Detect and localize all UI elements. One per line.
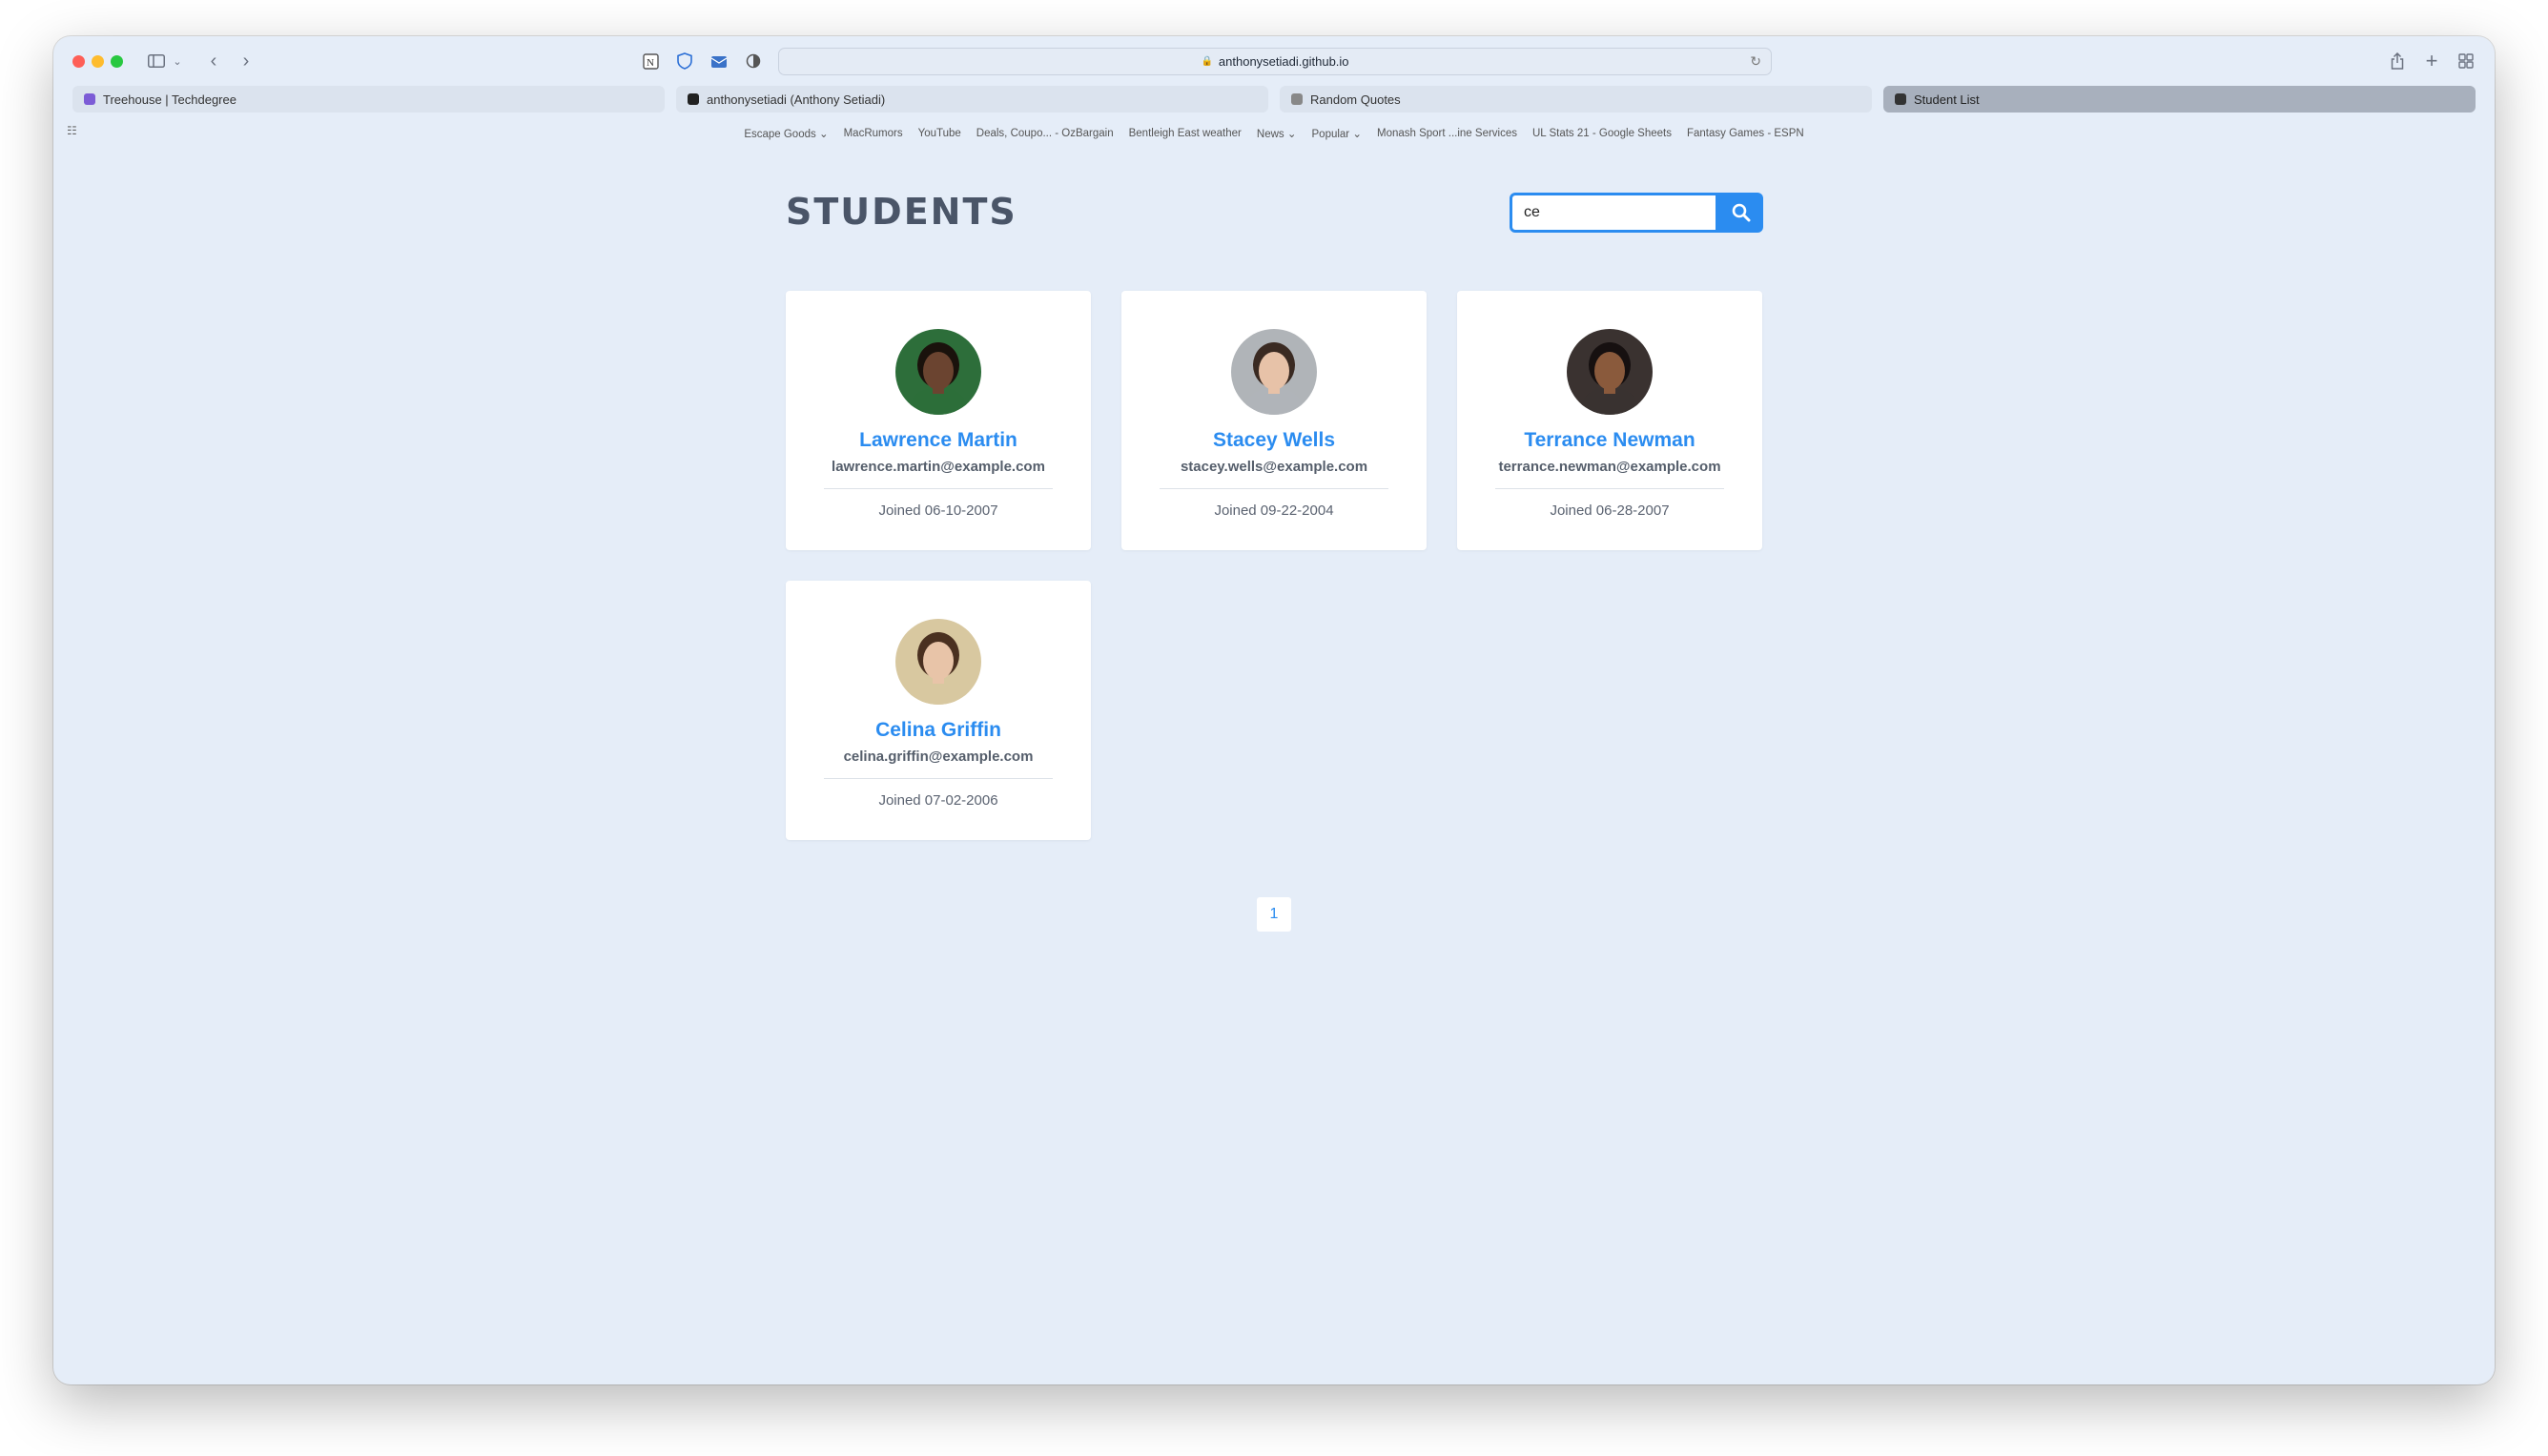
lock-icon: 🔒 [1201, 56, 1213, 67]
bookmark-item[interactable]: Fantasy Games - ESPN [1687, 128, 1804, 139]
page-title: STUDENTS [786, 191, 1017, 233]
tab-favicon-icon [1291, 93, 1303, 105]
new-tab-plus-icon[interactable]: + [2422, 48, 2441, 74]
tab-label: anthonysetiadi (Anthony Setiadi) [707, 92, 886, 107]
tab-label: Treehouse | Techdegree [103, 92, 236, 107]
avatar [1567, 329, 1653, 415]
student-email: lawrence.martin@example.com [832, 459, 1045, 475]
browser-toolbar: ⌄ ‹ › N 🔒 anthonysetiadi.github.io ↻ + [53, 36, 2495, 86]
tab-overview-icon[interactable] [2456, 48, 2476, 74]
divider [1495, 488, 1724, 489]
avatar [1231, 329, 1317, 415]
student-joined-date: Joined 06-28-2007 [1550, 502, 1670, 519]
student-card: Terrance Newman terrance.newman@example.… [1457, 291, 1762, 550]
browser-tab[interactable]: Random Quotes [1280, 86, 1872, 113]
student-joined-date: Joined 06-10-2007 [878, 502, 998, 519]
student-card: Celina Griffin celina.griffin@example.co… [786, 581, 1091, 840]
student-email: stacey.wells@example.com [1180, 459, 1368, 475]
minimize-window-button[interactable] [92, 55, 104, 68]
svg-text:N: N [647, 57, 654, 69]
tab-favicon-icon [688, 93, 699, 105]
reload-icon[interactable]: ↻ [1750, 53, 1761, 70]
bookmark-label: Fantasy Games - ESPN [1686, 128, 1804, 139]
bookmark-item[interactable]: Bentleigh East weather [1129, 128, 1242, 139]
student-joined-date: Joined 09-22-2004 [1214, 502, 1334, 519]
search-button[interactable] [1718, 193, 1763, 233]
share-icon[interactable] [2388, 48, 2407, 74]
bookmark-label: Popular [1311, 129, 1350, 140]
bookmark-item[interactable]: YouTube [918, 128, 961, 139]
mail-extension-icon[interactable] [709, 48, 729, 74]
student-search [1510, 193, 1763, 233]
back-arrow-icon[interactable]: ‹ [204, 48, 223, 74]
bookmark-label: Bentleigh East weather [1128, 128, 1242, 139]
avatar [895, 619, 981, 705]
bookmark-item[interactable]: Escape Goods ⌄ [744, 127, 828, 140]
bookmark-label: UL Stats 21 - Google Sheets [1532, 128, 1672, 139]
avatar-portrait-icon [1567, 329, 1653, 415]
student-joined-date: Joined 07-02-2006 [878, 792, 998, 809]
bookmark-item[interactable]: Monash Sport ...ine Services [1377, 128, 1517, 139]
sidebar-toggle-icon[interactable] [145, 48, 168, 74]
close-window-button[interactable] [72, 55, 85, 68]
bookmark-label: MacRumors [843, 128, 903, 139]
bookmark-item[interactable]: MacRumors [844, 128, 903, 139]
notion-extension-icon[interactable]: N [641, 48, 660, 74]
tab-bar: Treehouse | Techdegree anthonysetiadi (An… [72, 86, 2476, 114]
browser-tab[interactable]: anthonysetiadi (Anthony Setiadi) [676, 86, 1268, 113]
student-email: celina.griffin@example.com [843, 749, 1034, 765]
bookmark-item[interactable]: Deals, Coupo... - OzBargain [976, 128, 1114, 139]
divider [824, 488, 1053, 489]
bitwarden-shield-icon[interactable] [675, 48, 694, 74]
student-card: Stacey Wells stacey.wells@example.com Jo… [1121, 291, 1427, 550]
bookmark-item[interactable]: News ⌄ [1257, 127, 1297, 140]
tab-label: Student List [1914, 92, 1980, 107]
bookmark-label: News [1256, 129, 1284, 140]
bookmark-label: Escape Goods [744, 129, 816, 140]
avatar-portrait-icon [895, 329, 981, 415]
browser-window: ⌄ ‹ › N 🔒 anthonysetiadi.github.io ↻ + T… [53, 36, 2495, 1384]
tab-favicon-icon [84, 93, 95, 105]
divider [824, 778, 1053, 779]
chevron-down-icon[interactable]: ⌄ [172, 48, 183, 74]
student-name: Stacey Wells [1212, 429, 1336, 451]
search-icon [1732, 203, 1750, 222]
browser-tab[interactable]: Treehouse | Techdegree [72, 86, 665, 113]
bookmark-label: YouTube [917, 128, 961, 139]
student-card: Lawrence Martin lawrence.martin@example.… [786, 291, 1091, 550]
student-name: Celina Griffin [875, 719, 1001, 741]
pagination-page-button[interactable]: 1 [1257, 897, 1291, 932]
bookmark-item[interactable]: UL Stats 21 - Google Sheets [1532, 128, 1672, 139]
bookmark-label: Deals, Coupo... - OzBargain [976, 128, 1114, 139]
address-bar-url: anthonysetiadi.github.io [1218, 54, 1349, 69]
chevron-down-icon: ⌄ [1349, 129, 1362, 140]
zoom-window-button[interactable] [111, 55, 123, 68]
student-email: terrance.newman@example.com [1498, 459, 1721, 475]
avatar [895, 329, 981, 415]
bookmark-label: Monash Sport ...ine Services [1376, 128, 1517, 139]
avatar-portrait-icon [895, 619, 981, 705]
student-list-page: STUDENTS Lawrence Martin lawrence.martin… [53, 145, 2495, 1384]
chevron-down-icon: ⌄ [1284, 129, 1297, 140]
student-name: Lawrence Martin [859, 429, 1017, 451]
chevron-down-icon: ⌄ [815, 129, 829, 140]
bookmarks-bar: Escape Goods ⌄ MacRumors YouTube Deals, Cou… [53, 122, 2495, 145]
browser-tab[interactable]: Student List [1883, 86, 2476, 113]
privacy-shield-icon[interactable] [744, 48, 763, 74]
address-bar[interactable]: 🔒 anthonysetiadi.github.io ↻ [778, 48, 1772, 75]
avatar-portrait-icon [1231, 329, 1317, 415]
forward-arrow-icon[interactable]: › [236, 48, 256, 74]
bookmark-item[interactable]: Popular ⌄ [1312, 127, 1362, 140]
divider [1160, 488, 1388, 489]
search-input[interactable] [1510, 193, 1718, 233]
tab-favicon-icon [1895, 93, 1906, 105]
student-name: Terrance Newman [1524, 429, 1695, 451]
tab-label: Random Quotes [1310, 92, 1401, 107]
